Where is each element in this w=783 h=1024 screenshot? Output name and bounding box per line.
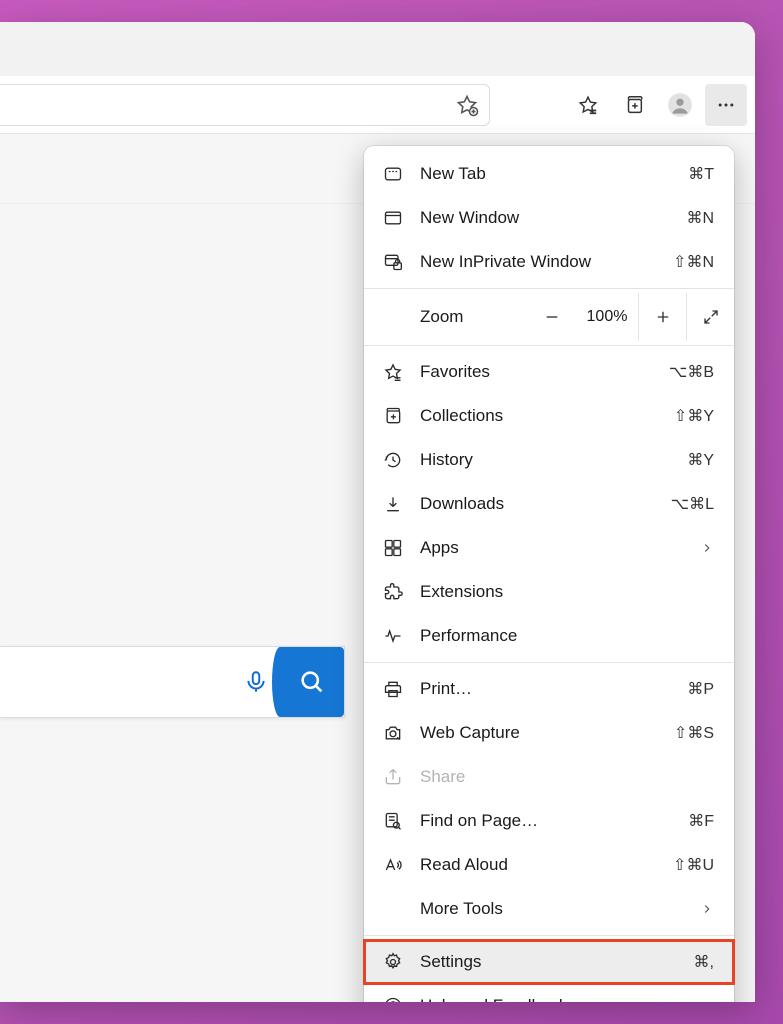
zoom-in-button[interactable] — [638, 293, 686, 341]
settings-menu: New Tab ⌘T New Window ⌘N New InPrivate W… — [364, 146, 734, 1002]
menu-label: More Tools — [420, 899, 684, 919]
collections-icon — [382, 405, 404, 427]
menu-separator — [364, 288, 734, 289]
profile-button[interactable] — [659, 84, 701, 126]
menu-label: New Window — [420, 208, 670, 228]
favorites-button[interactable] — [567, 84, 609, 126]
menu-item-settings[interactable]: Settings ⌘, — [364, 940, 734, 984]
zoom-value: 100% — [576, 308, 638, 326]
menu-separator — [364, 662, 734, 663]
menu-label: Performance — [420, 626, 714, 646]
performance-icon — [382, 625, 404, 647]
menu-shortcut: ⌥⌘B — [669, 362, 714, 382]
toolbar — [0, 76, 755, 134]
download-icon — [382, 493, 404, 515]
camera-icon — [382, 722, 404, 744]
menu-item-zoom: Zoom 100% — [364, 293, 734, 341]
menu-label: Favorites — [420, 362, 653, 382]
menu-shortcut: ⌘T — [688, 164, 714, 184]
read-aloud-icon — [382, 854, 404, 876]
menu-label: Web Capture — [420, 723, 658, 743]
menu-label: Downloads — [420, 494, 655, 514]
menu-shortcut: ⇧⌘U — [673, 855, 714, 875]
menu-item-favorites[interactable]: Favorites ⌥⌘B — [364, 350, 734, 394]
search-button[interactable] — [280, 647, 344, 717]
chevron-right-icon — [700, 541, 714, 555]
menu-item-performance[interactable]: Performance — [364, 614, 734, 658]
address-bar[interactable] — [0, 84, 490, 126]
fullscreen-button[interactable] — [686, 293, 734, 341]
more-button[interactable] — [705, 84, 747, 126]
menu-item-new-tab[interactable]: New Tab ⌘T — [364, 152, 734, 196]
menu-item-apps[interactable]: Apps — [364, 526, 734, 570]
menu-item-read-aloud[interactable]: Read Aloud ⇧⌘U — [364, 843, 734, 887]
menu-item-print[interactable]: Print… ⌘P — [364, 667, 734, 711]
menu-item-inprivate[interactable]: New InPrivate Window ⇧⌘N — [364, 240, 734, 284]
zoom-out-button[interactable] — [528, 293, 576, 341]
menu-label: Print… — [420, 679, 671, 699]
inprivate-icon — [382, 251, 404, 273]
collections-button[interactable] — [613, 84, 655, 126]
add-favorite-icon[interactable] — [455, 93, 479, 117]
zoom-label: Zoom — [420, 307, 528, 327]
history-icon — [382, 449, 404, 471]
page-search-bar — [0, 646, 345, 718]
menu-shortcut: ⌘N — [686, 208, 714, 228]
menu-label: Settings — [420, 952, 678, 972]
find-icon — [382, 810, 404, 832]
menu-label: Read Aloud — [420, 855, 657, 875]
menu-separator — [364, 935, 734, 936]
menu-label: New Tab — [420, 164, 672, 184]
star-icon — [382, 361, 404, 383]
menu-shortcut: ⌥⌘L — [671, 494, 714, 514]
menu-label: History — [420, 450, 671, 470]
apps-icon — [382, 537, 404, 559]
share-icon — [382, 766, 404, 788]
menu-item-help[interactable]: Help and Feedback — [364, 984, 734, 1002]
menu-item-history[interactable]: History ⌘Y — [364, 438, 734, 482]
menu-item-find[interactable]: Find on Page… ⌘F — [364, 799, 734, 843]
menu-shortcut: ⇧⌘S — [674, 723, 714, 743]
browser-window: New Tab ⌘T New Window ⌘N New InPrivate W… — [0, 22, 755, 1002]
menu-item-share: Share — [364, 755, 734, 799]
print-icon — [382, 678, 404, 700]
menu-item-web-capture[interactable]: Web Capture ⇧⌘S — [364, 711, 734, 755]
menu-shortcut: ⇧⌘Y — [674, 406, 714, 426]
menu-shortcut: ⌘, — [694, 952, 714, 972]
menu-item-collections[interactable]: Collections ⇧⌘Y — [364, 394, 734, 438]
menu-item-new-window[interactable]: New Window ⌘N — [364, 196, 734, 240]
menu-label: Apps — [420, 538, 684, 558]
menu-shortcut: ⌘P — [687, 679, 714, 699]
extensions-icon — [382, 581, 404, 603]
menu-label: New InPrivate Window — [420, 252, 657, 272]
chevron-right-icon — [700, 999, 714, 1002]
blank-icon — [382, 898, 404, 920]
menu-label: Share — [420, 767, 714, 787]
search-input[interactable] — [0, 647, 231, 717]
tab-icon — [382, 163, 404, 185]
menu-label: Find on Page… — [420, 811, 672, 831]
menu-label: Extensions — [420, 582, 714, 602]
menu-separator — [364, 345, 734, 346]
menu-shortcut: ⇧⌘N — [673, 252, 714, 272]
menu-label: Collections — [420, 406, 658, 426]
menu-label: Help and Feedback — [420, 996, 684, 1002]
tab-strip — [0, 22, 755, 76]
menu-item-extensions[interactable]: Extensions — [364, 570, 734, 614]
menu-item-more-tools[interactable]: More Tools — [364, 887, 734, 931]
help-icon — [382, 995, 404, 1002]
menu-item-downloads[interactable]: Downloads ⌥⌘L — [364, 482, 734, 526]
chevron-right-icon — [700, 902, 714, 916]
menu-shortcut: ⌘Y — [687, 450, 714, 470]
window-icon — [382, 207, 404, 229]
gear-icon — [382, 951, 404, 973]
menu-shortcut: ⌘F — [688, 811, 714, 831]
